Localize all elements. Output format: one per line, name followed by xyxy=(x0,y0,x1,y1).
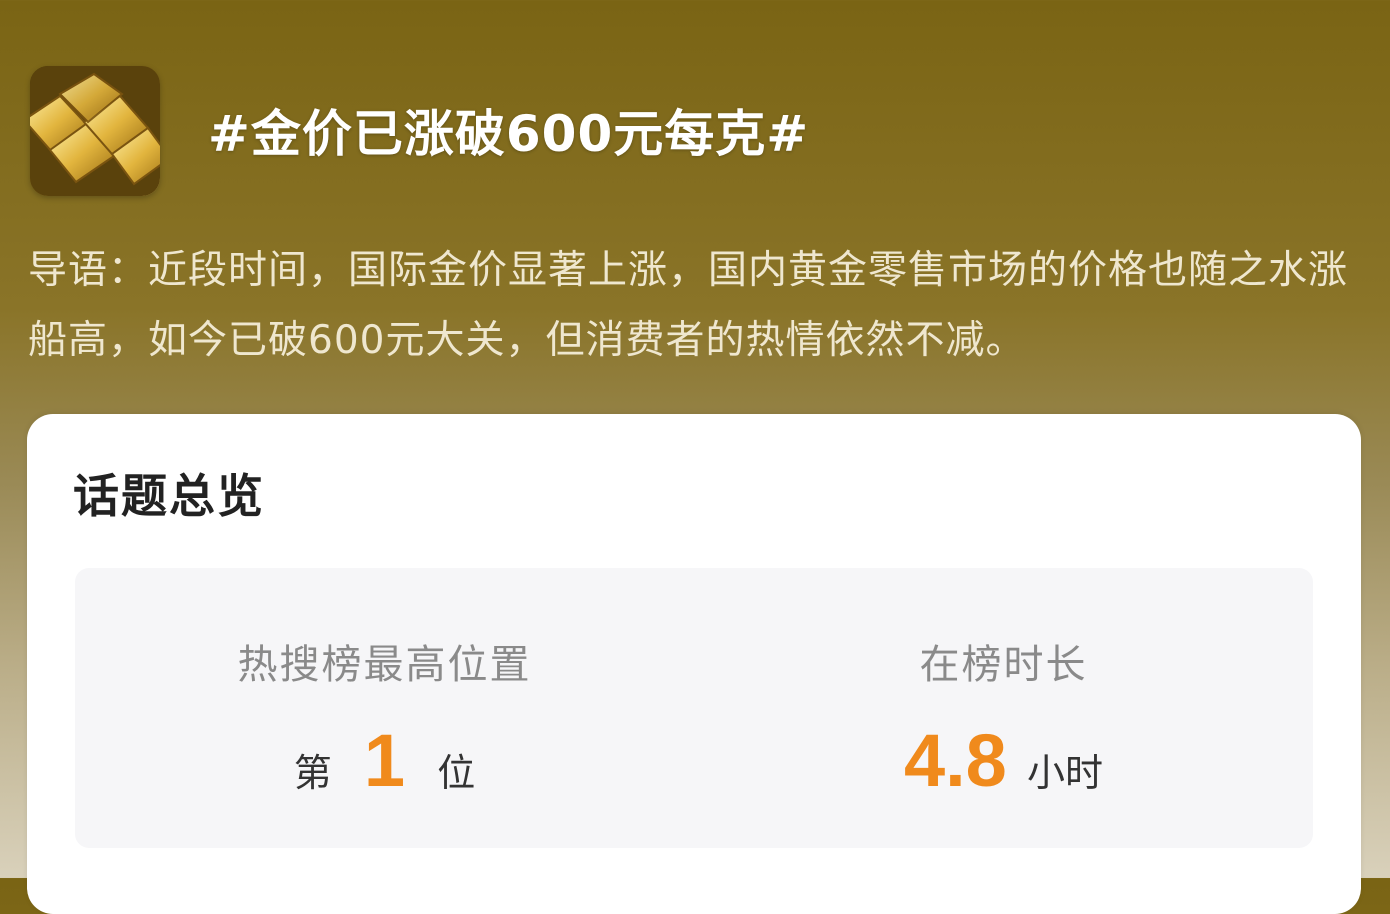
stat-rank-label: 热搜榜最高位置 xyxy=(237,642,532,688)
stat-rank: 热搜榜最高位置 第 1 位 xyxy=(75,568,694,848)
stat-duration-value: 4.8 xyxy=(903,719,1007,802)
stats-box: 热搜榜最高位置 第 1 位 在榜时长 4.8 小时 xyxy=(75,568,1313,848)
topic-overview-card: 话题总览 热搜榜最高位置 第 1 位 在榜时长 4.8 小时 xyxy=(27,414,1361,914)
stat-rank-value-row: 第 1 位 xyxy=(75,718,694,803)
gold-bars-icon xyxy=(30,66,160,196)
stat-duration: 在榜时长 4.8 小时 xyxy=(694,568,1313,848)
stat-duration-unit: 小时 xyxy=(1027,751,1104,795)
stat-duration-value-row: 4.8 小时 xyxy=(694,718,1313,803)
stat-duration-label: 在榜时长 xyxy=(919,642,1088,688)
overview-title: 话题总览 xyxy=(73,469,265,523)
stat-rank-value: 1 xyxy=(363,719,406,802)
topic-header: #金价已涨破600元每克# 导语：近段时间，国际金价显著上涨，国内黄金零售市场的… xyxy=(0,0,1390,420)
topic-intro: 导语：近段时间，国际金价显著上涨，国内黄金零售市场的价格也随之水涨船高，如今已破… xyxy=(28,248,1349,363)
stat-rank-prefix: 第 xyxy=(293,751,332,795)
stat-rank-suffix: 位 xyxy=(437,751,476,795)
topic-title: #金价已涨破600元每克# xyxy=(208,105,810,163)
